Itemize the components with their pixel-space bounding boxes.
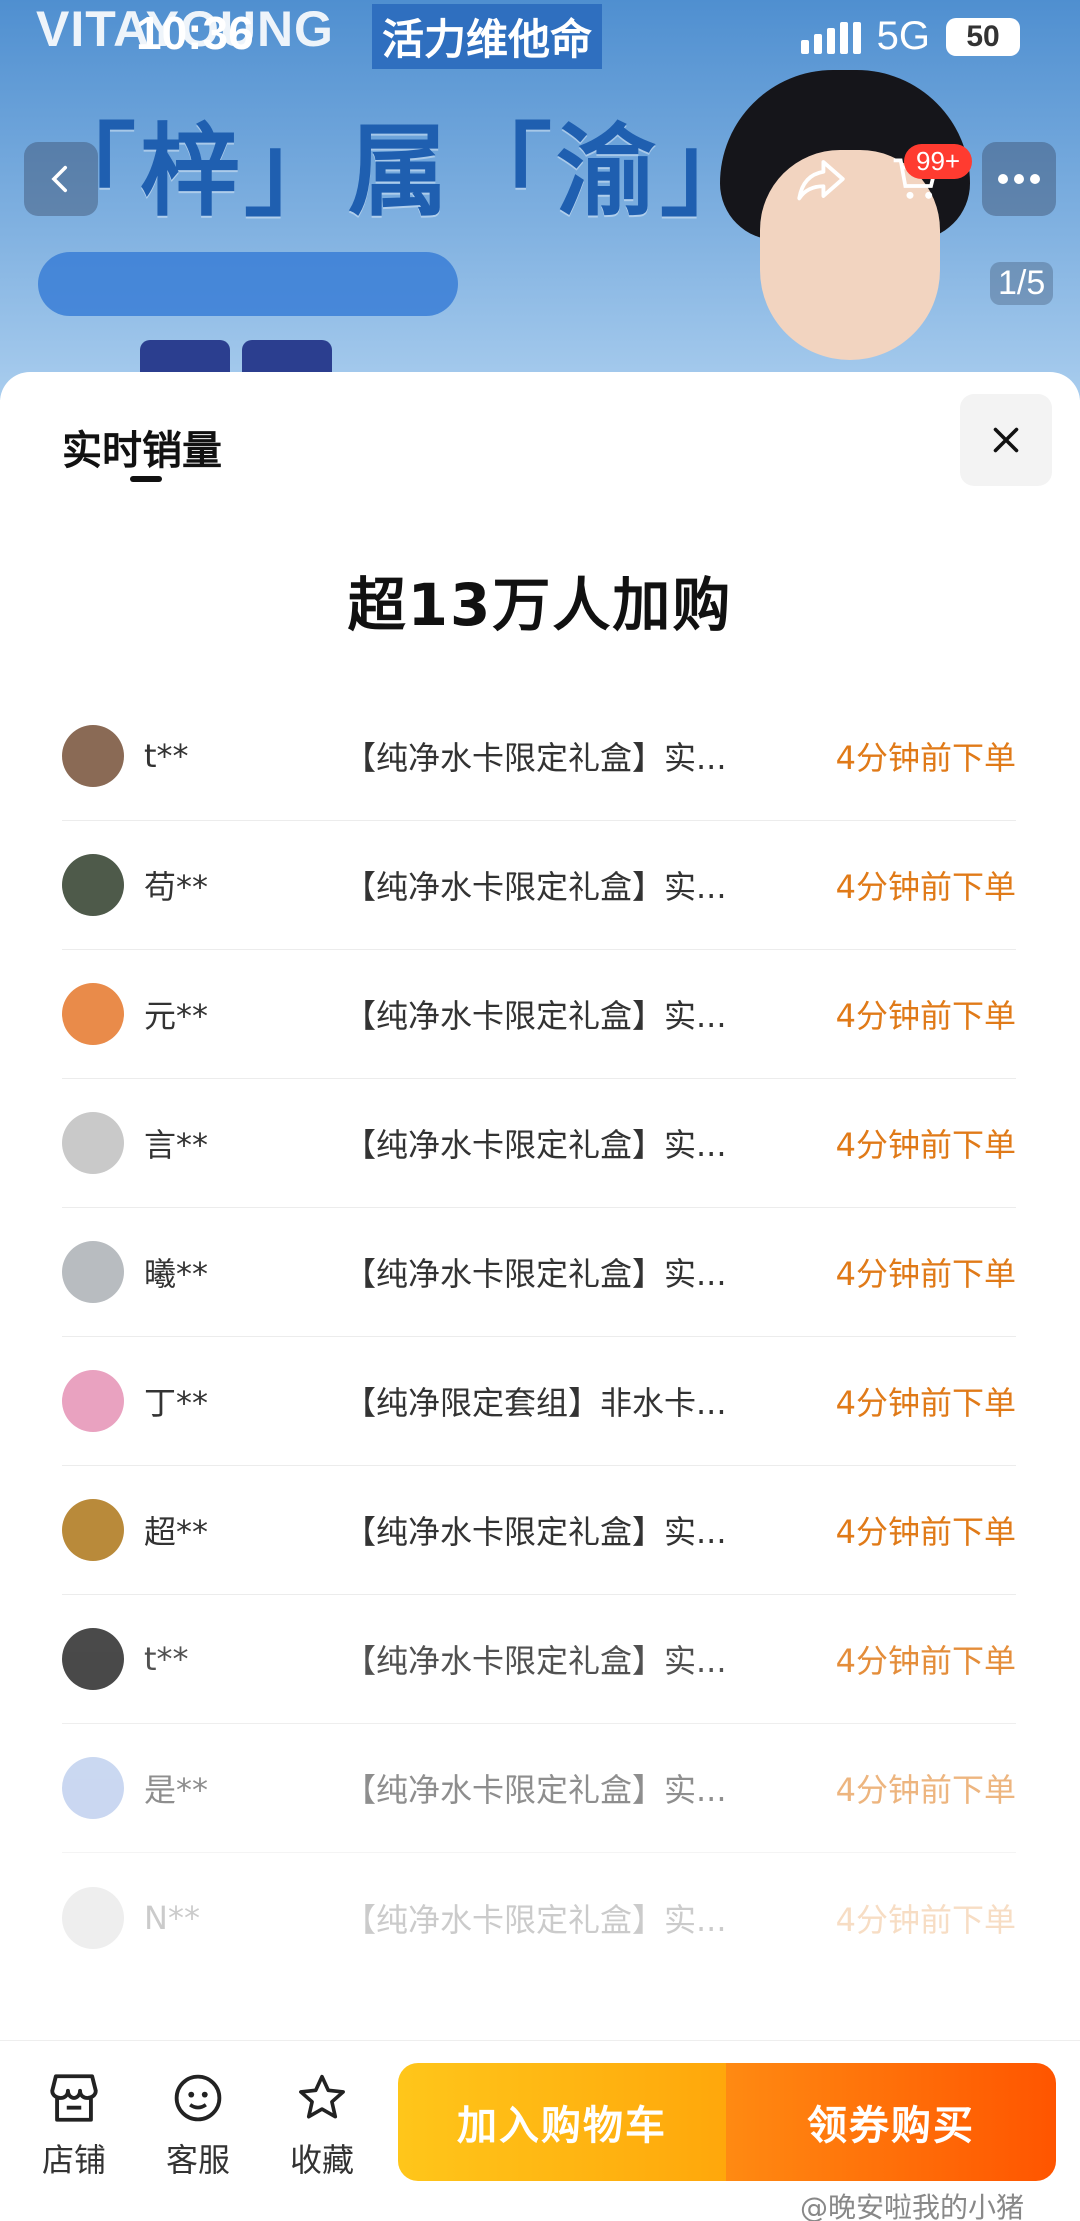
order-product: 【纯净水卡限定礼盒】实... xyxy=(344,1255,727,1293)
order-product: 【纯净水卡限定礼盒】实... xyxy=(344,1126,727,1164)
order-user: 丁** xyxy=(144,1384,209,1422)
order-user: 是** xyxy=(144,1771,209,1809)
avatar xyxy=(62,725,124,787)
customer-service-icon xyxy=(174,2074,222,2122)
favorite-button[interactable]: 收藏 xyxy=(272,2071,372,2181)
order-product: 【纯净限定套组】非水卡... xyxy=(344,1384,727,1422)
order-user: t** xyxy=(144,737,189,775)
back-button[interactable] xyxy=(24,142,98,216)
order-user: 苟** xyxy=(144,868,209,906)
close-icon xyxy=(993,427,1019,453)
order-user: N** xyxy=(144,1898,200,1937)
order-time: 4分钟前下单 xyxy=(835,1513,1016,1551)
order-product: 【纯净水卡限定礼盒】实... xyxy=(344,1900,727,1939)
order-row: N** 【纯净水卡限定礼盒】实... 4分钟前下单 xyxy=(62,1853,1016,1982)
order-time: 4分钟前下单 xyxy=(835,1255,1016,1293)
order-product: 【纯净水卡限定礼盒】实... xyxy=(344,997,727,1035)
store-button[interactable]: 店铺 xyxy=(24,2071,124,2181)
avatar xyxy=(62,1499,124,1561)
order-time: 4分钟前下单 xyxy=(835,1384,1016,1422)
share-button[interactable] xyxy=(784,142,858,216)
battery-icon: 50 xyxy=(946,17,1020,56)
order-time: 4分钟前下单 xyxy=(835,868,1016,906)
share-icon xyxy=(797,160,845,201)
add-to-cart-button[interactable]: 加入购物车 xyxy=(398,2063,726,2181)
order-list: t** 【纯净水卡限定礼盒】实... 4分钟前下单 苟** 【纯净水卡限定礼盒】… xyxy=(62,692,1016,1982)
close-button[interactable] xyxy=(960,394,1052,486)
tab-active-indicator xyxy=(130,476,162,482)
store-label: 店铺 xyxy=(41,2141,106,2179)
sales-headline: 超13万人加购 xyxy=(347,571,733,639)
order-time: 4分钟前下单 xyxy=(835,997,1016,1035)
customer-service-button[interactable]: 客服 xyxy=(148,2071,248,2181)
avatar xyxy=(62,854,124,916)
order-row: t** 【纯净水卡限定礼盒】实... 4分钟前下单 xyxy=(62,692,1016,821)
order-row: 元** 【纯净水卡限定礼盒】实... 4分钟前下单 xyxy=(62,950,1016,1079)
chevron-left-icon xyxy=(51,165,68,193)
favorite-label: 收藏 xyxy=(289,2141,354,2179)
buy-with-coupon-button[interactable]: 领券购买 xyxy=(726,2063,1056,2181)
order-row: 是** 【纯净水卡限定礼盒】实... 4分钟前下单 xyxy=(62,1724,1016,1853)
order-time: 4分钟前下单 xyxy=(835,1900,1016,1939)
watermark: @晚安啦我的小猪 xyxy=(800,2191,1025,2221)
order-time: 4分钟前下单 xyxy=(835,1642,1016,1680)
more-button[interactable] xyxy=(982,142,1056,216)
store-icon xyxy=(50,2074,98,2122)
order-row: 曦** 【纯净水卡限定礼盒】实... 4分钟前下单 xyxy=(62,1208,1016,1337)
avatar xyxy=(62,1370,124,1432)
more-dots-icon xyxy=(998,174,1040,184)
order-user: 超** xyxy=(144,1513,209,1551)
star-icon xyxy=(299,2074,345,2119)
status-indicators: 5G 50 xyxy=(800,14,1020,59)
customer-service-label: 客服 xyxy=(165,2141,230,2179)
tab-realtime-sales[interactable]: 实时销量 xyxy=(62,418,222,476)
order-product: 【纯净水卡限定礼盒】实... xyxy=(344,1642,727,1680)
order-product: 【纯净水卡限定礼盒】实... xyxy=(344,1771,727,1809)
order-user: 言** xyxy=(144,1126,209,1164)
network-type: 5G xyxy=(876,14,930,58)
order-row: 丁** 【纯净限定套组】非水卡... 4分钟前下单 xyxy=(62,1337,1016,1466)
order-product: 【纯净水卡限定礼盒】实... xyxy=(344,739,727,777)
order-row: 言** 【纯净水卡限定礼盒】实... 4分钟前下单 xyxy=(62,1079,1016,1208)
gallery-page-indicator: 1/5 xyxy=(990,262,1054,305)
status-time: 10:36 xyxy=(136,7,254,59)
order-user: 曦** xyxy=(144,1255,209,1293)
order-row: 苟** 【纯净水卡限定礼盒】实... 4分钟前下单 xyxy=(62,821,1016,950)
order-time: 4分钟前下单 xyxy=(835,1126,1016,1164)
banner-model-image xyxy=(700,60,1000,390)
order-row: 超** 【纯净水卡限定礼盒】实... 4分钟前下单 xyxy=(62,1466,1016,1595)
avatar xyxy=(62,1241,124,1303)
order-product: 【纯净水卡限定礼盒】实... xyxy=(344,868,727,906)
avatar xyxy=(62,1886,124,1949)
banner-pill xyxy=(38,252,458,316)
order-time: 4分钟前下单 xyxy=(835,1771,1016,1809)
brand-tagline: 活力维他命 xyxy=(372,4,603,69)
order-user: t** xyxy=(144,1640,189,1678)
avatar xyxy=(62,1112,124,1174)
order-row: t** 【纯净水卡限定礼盒】实... 4分钟前下单 xyxy=(62,1595,1016,1724)
order-user: 元** xyxy=(144,997,209,1035)
signal-icon xyxy=(800,20,861,54)
avatar xyxy=(62,1757,124,1819)
order-time: 4分钟前下单 xyxy=(835,739,1016,777)
avatar xyxy=(62,983,124,1045)
order-product: 【纯净水卡限定礼盒】实... xyxy=(344,1513,727,1551)
avatar xyxy=(62,1628,124,1690)
product-gallery-banner[interactable]: VITAYOUNG 活力维他命 「梓」属「渝」你 10:36 5G 50 99+… xyxy=(0,0,1080,400)
cart-count-badge: 99+ xyxy=(904,144,973,179)
realtime-sales-sheet: 实时销量 超13万人加购 t** 【纯净水卡限定礼盒】实... 4分钟前下单 苟… xyxy=(0,372,1080,2221)
